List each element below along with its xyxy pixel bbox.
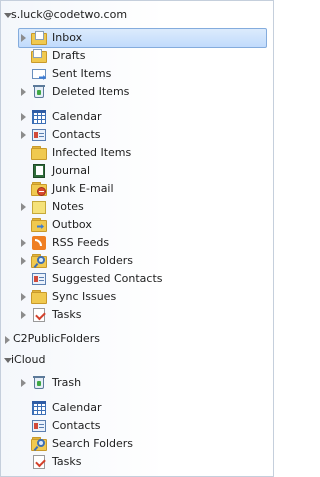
search-folder-icon (31, 436, 47, 452)
folder-label: Suggested Contacts (52, 272, 163, 285)
search-folder-icon (31, 253, 47, 269)
folder-label: Journal (52, 164, 91, 177)
folder-outbox[interactable]: Outbox (1, 216, 273, 234)
folder-label: Sync Issues (52, 290, 117, 303)
account-header-c2publicfolders[interactable]: C2PublicFolders (1, 331, 273, 349)
deleted-items-icon (31, 84, 47, 100)
account-name: C2PublicFolders (13, 332, 100, 345)
folder-label: Trash (52, 376, 82, 389)
folder-sent-items[interactable]: Sent Items (1, 65, 273, 83)
account-name: iCloud (11, 353, 46, 366)
folder-icon (31, 289, 47, 305)
folder-junk-email[interactable]: Junk E-mail (1, 180, 273, 198)
folder-label: Infected Items (52, 146, 132, 159)
folder-label: RSS Feeds (52, 236, 110, 249)
folder-icloud-tasks[interactable]: Tasks (1, 453, 273, 471)
expand-arrow-icon[interactable] (21, 239, 26, 247)
contacts-icon (31, 127, 47, 143)
journal-icon (31, 163, 47, 179)
folder-label: Junk E-mail (52, 182, 114, 195)
folder-label: Outbox (52, 218, 92, 231)
folder-label: Inbox (52, 31, 83, 44)
contacts-icon (31, 271, 47, 287)
folder-suggested-contacts[interactable]: Suggested Contacts (1, 270, 273, 288)
folder-contacts[interactable]: Contacts (1, 126, 273, 144)
junk-email-icon (31, 181, 47, 197)
tasks-icon (31, 307, 47, 323)
expand-arrow-icon[interactable] (5, 336, 10, 344)
rss-icon (31, 235, 47, 251)
folder-label: Calendar (52, 401, 102, 414)
folder-tasks[interactable]: Tasks (1, 306, 273, 324)
folder-label: Search Folders (52, 437, 134, 450)
folder-notes[interactable]: Notes (1, 198, 273, 216)
folder-drafts[interactable]: Drafts (1, 47, 273, 65)
calendar-icon (31, 400, 47, 416)
folder-inbox[interactable]: Inbox (1, 28, 273, 48)
contacts-icon (31, 418, 47, 434)
trash-icon (31, 375, 47, 391)
expand-arrow-icon[interactable] (21, 203, 26, 211)
folder-trash[interactable]: Trash (1, 374, 273, 392)
drafts-icon (31, 48, 47, 64)
folder-icloud-search-folders[interactable]: Search Folders (1, 435, 273, 453)
inbox-folder-icon (31, 30, 47, 46)
folder-label: Search Folders (52, 254, 134, 267)
notes-icon (31, 199, 47, 215)
folder-label: Calendar (52, 110, 102, 123)
folder-label: Notes (52, 200, 84, 213)
folder-label: Tasks (52, 308, 82, 321)
folder-journal[interactable]: Journal (1, 162, 273, 180)
account-header-codetwo[interactable]: s.luck@codetwo.com (1, 7, 273, 25)
expand-arrow-icon[interactable] (21, 293, 26, 301)
account-name: s.luck@codetwo.com (11, 8, 128, 21)
folder-label: Deleted Items (52, 85, 130, 98)
account-header-icloud[interactable]: iCloud (1, 352, 273, 370)
folder-label: Sent Items (52, 67, 112, 80)
folder-label: Tasks (52, 455, 82, 468)
expand-arrow-icon[interactable] (21, 34, 26, 42)
expand-arrow-icon[interactable] (21, 311, 26, 319)
folder-deleted-items[interactable]: Deleted Items (1, 83, 273, 101)
folder-icloud-contacts[interactable]: Contacts (1, 417, 273, 435)
tasks-icon (31, 454, 47, 470)
folder-search-folders[interactable]: Search Folders (1, 252, 273, 270)
folder-label: Drafts (52, 49, 86, 62)
folder-label: Contacts (52, 128, 101, 141)
expand-arrow-icon[interactable] (21, 88, 26, 96)
sent-items-icon (31, 66, 47, 82)
folder-pane: s.luck@codetwo.com Inbox Drafts Sent Ite… (0, 0, 274, 477)
folder-label: Contacts (52, 419, 101, 432)
expand-arrow-icon[interactable] (21, 257, 26, 265)
folder-icon (31, 145, 47, 161)
folder-infected-items[interactable]: Infected Items (1, 144, 273, 162)
folder-sync-issues[interactable]: Sync Issues (1, 288, 273, 306)
expand-arrow-icon[interactable] (21, 379, 26, 387)
outbox-icon (31, 217, 47, 233)
folder-icloud-calendar[interactable]: Calendar (1, 399, 273, 417)
calendar-icon (31, 109, 47, 125)
folder-rss-feeds[interactable]: RSS Feeds (1, 234, 273, 252)
folder-calendar[interactable]: Calendar (1, 108, 273, 126)
expand-arrow-icon[interactable] (21, 131, 26, 139)
expand-arrow-icon[interactable] (21, 113, 26, 121)
